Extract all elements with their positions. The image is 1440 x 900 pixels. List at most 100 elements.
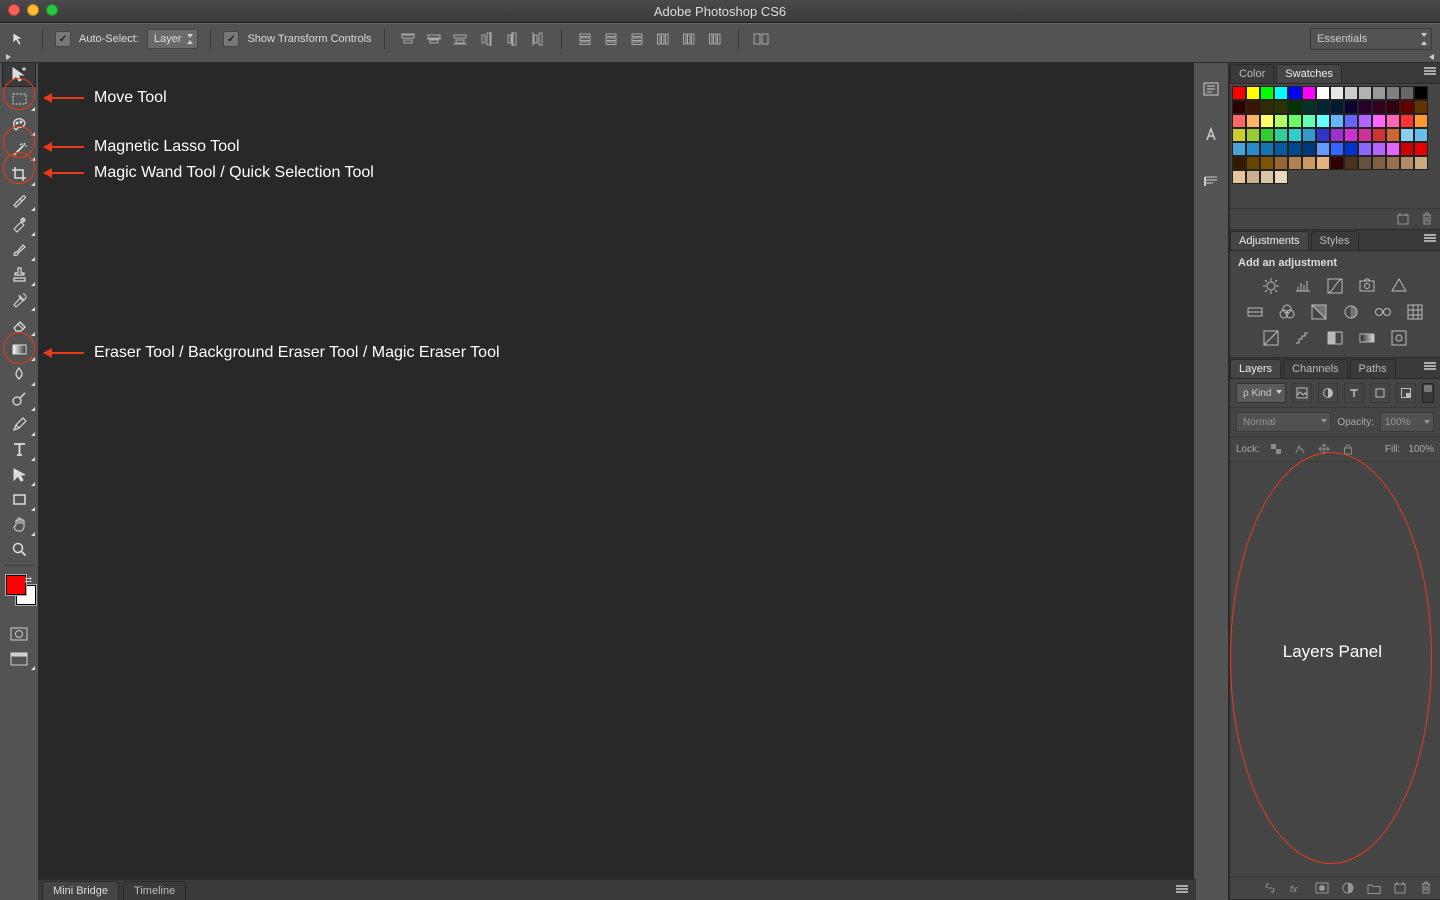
dist-bottom-button[interactable]	[626, 28, 648, 50]
auto-select-target-dropdown[interactable]: Layer	[147, 29, 199, 49]
swatch[interactable]	[1358, 128, 1372, 142]
swatch[interactable]	[1372, 128, 1386, 142]
show-transform-checkbox[interactable]	[223, 31, 239, 47]
swatch[interactable]	[1288, 142, 1302, 156]
adjustment-exposure-icon[interactable]	[1357, 277, 1377, 295]
swatch[interactable]	[1400, 100, 1414, 114]
adjustment-bw-icon[interactable]	[1309, 303, 1329, 321]
swatch[interactable]	[1386, 114, 1400, 128]
swatch[interactable]	[1246, 156, 1260, 170]
swatch[interactable]	[1232, 170, 1246, 184]
align-hcenter-button[interactable]	[501, 28, 523, 50]
swatch[interactable]	[1344, 86, 1358, 100]
swatch[interactable]	[1358, 156, 1372, 170]
tool-stamp[interactable]	[2, 262, 36, 287]
swatch[interactable]	[1400, 86, 1414, 100]
swatch[interactable]	[1274, 128, 1288, 142]
auto-select-checkbox[interactable]	[55, 31, 71, 47]
swatch[interactable]	[1302, 86, 1316, 100]
swatch[interactable]	[1330, 114, 1344, 128]
swatch[interactable]	[1274, 170, 1288, 184]
lock-transparency-icon[interactable]	[1268, 441, 1284, 457]
align-vcenter-button[interactable]	[423, 28, 445, 50]
workspace-switcher[interactable]: Essentials	[1310, 28, 1432, 50]
tab-adjustments[interactable]: Adjustments	[1230, 231, 1309, 250]
swatch[interactable]	[1260, 128, 1274, 142]
swatch[interactable]	[1330, 100, 1344, 114]
adjustment-gradientmap-icon[interactable]	[1357, 329, 1377, 347]
fill-value[interactable]: 100%	[1408, 444, 1434, 455]
swatch[interactable]	[1316, 100, 1330, 114]
swatch[interactable]	[1246, 114, 1260, 128]
blend-mode-dropdown[interactable]: Normal	[1236, 412, 1331, 432]
swatch[interactable]	[1358, 100, 1372, 114]
swatch[interactable]	[1316, 86, 1330, 100]
tool-brush[interactable]	[2, 237, 36, 262]
swatch[interactable]	[1344, 142, 1358, 156]
swatch[interactable]	[1260, 170, 1274, 184]
swatch[interactable]	[1288, 156, 1302, 170]
swatch[interactable]	[1260, 100, 1274, 114]
tool-marquee[interactable]	[2, 87, 36, 112]
filter-adjustment-icon[interactable]	[1318, 383, 1338, 403]
swatch[interactable]	[1358, 86, 1372, 100]
tool-history[interactable]	[2, 287, 36, 312]
swatch[interactable]	[1372, 156, 1386, 170]
swatch[interactable]	[1344, 128, 1358, 142]
swatch[interactable]	[1414, 100, 1428, 114]
swatch[interactable]	[1288, 86, 1302, 100]
swatch[interactable]	[1316, 114, 1330, 128]
swatch[interactable]	[1246, 170, 1260, 184]
character-panel-icon[interactable]	[1198, 122, 1224, 148]
swatch[interactable]	[1232, 156, 1246, 170]
swatch[interactable]	[1260, 156, 1274, 170]
screen-mode-button[interactable]	[2, 646, 36, 671]
tool-pen[interactable]	[2, 412, 36, 437]
swatch[interactable]	[1302, 114, 1316, 128]
adjustment-levels-icon[interactable]	[1293, 277, 1313, 295]
layers-list[interactable]	[1230, 462, 1440, 876]
swatch[interactable]	[1274, 114, 1288, 128]
swatch[interactable]	[1400, 114, 1414, 128]
tool-wand[interactable]	[2, 137, 36, 162]
tool-blur[interactable]	[2, 362, 36, 387]
swatch[interactable]	[1288, 100, 1302, 114]
tab-layers[interactable]: Layers	[1230, 359, 1281, 378]
swatch[interactable]	[1400, 128, 1414, 142]
swatch[interactable]	[1330, 128, 1344, 142]
swatch[interactable]	[1274, 142, 1288, 156]
layers-panel-menu[interactable]	[1424, 362, 1436, 372]
layer-mask-icon[interactable]	[1314, 880, 1330, 896]
filter-type-icon[interactable]	[1344, 383, 1364, 403]
tool-path[interactable]	[2, 462, 36, 487]
swatch[interactable]	[1344, 100, 1358, 114]
tool-gradient[interactable]	[2, 337, 36, 362]
swatch[interactable]	[1232, 100, 1246, 114]
adjustment-selectivecolor-icon[interactable]	[1389, 329, 1409, 347]
swatch[interactable]	[1344, 156, 1358, 170]
swatch[interactable]	[1302, 156, 1316, 170]
link-layers-icon[interactable]	[1262, 880, 1278, 896]
lock-all-icon[interactable]	[1340, 441, 1356, 457]
adjustment-curves-icon[interactable]	[1325, 277, 1345, 295]
tool-zoom[interactable]	[2, 537, 36, 562]
swatch[interactable]	[1232, 114, 1246, 128]
swatch[interactable]	[1274, 156, 1288, 170]
paragraph-panel-icon[interactable]	[1198, 168, 1224, 194]
adjustment-hue-icon[interactable]	[1245, 303, 1265, 321]
zoom-button[interactable]	[46, 4, 58, 16]
document-canvas[interactable]	[39, 52, 1193, 900]
new-group-icon[interactable]	[1366, 880, 1382, 896]
filter-smartobj-icon[interactable]	[1396, 383, 1416, 403]
swatch[interactable]	[1316, 156, 1330, 170]
align-top-button[interactable]	[397, 28, 419, 50]
adjustment-photofilter-icon[interactable]	[1341, 303, 1361, 321]
tab-paths[interactable]: Paths	[1350, 359, 1396, 378]
dist-hcenter-button[interactable]	[678, 28, 700, 50]
swatch[interactable]	[1414, 142, 1428, 156]
filter-shape-icon[interactable]	[1370, 383, 1390, 403]
layer-filter-kind-dropdown[interactable]: ρ Kind	[1236, 383, 1286, 403]
dist-vcenter-button[interactable]	[600, 28, 622, 50]
quickmask-button[interactable]	[2, 621, 36, 646]
tool-move[interactable]	[2, 62, 36, 87]
